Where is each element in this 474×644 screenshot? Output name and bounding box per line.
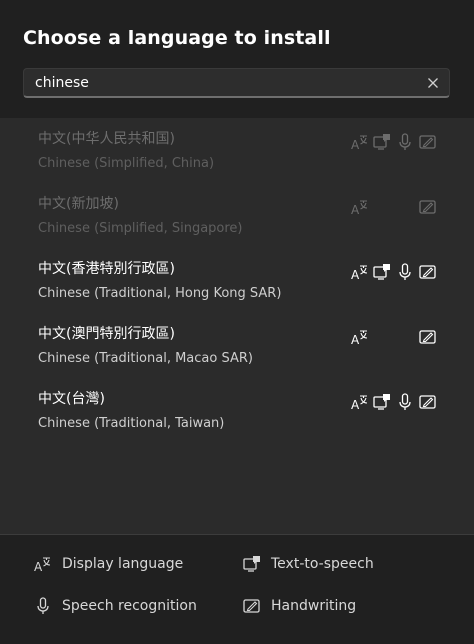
legend-label: Handwriting: [271, 598, 357, 614]
language-english-name: Chinese (Traditional, Macao SAR): [38, 351, 253, 366]
language-english-name: Chinese (Traditional, Taiwan): [38, 416, 225, 431]
language-english-name: Chinese (Simplified, Singapore): [38, 221, 243, 236]
handwriting-icon: [418, 262, 438, 282]
language-item[interactable]: 中文(澳門特別行政區) Chinese (Traditional, Macao …: [0, 313, 474, 378]
legend-handwriting: Handwriting: [242, 594, 356, 618]
handwriting-icon: [418, 132, 438, 152]
language-item[interactable]: 中文(台灣) Chinese (Traditional, Taiwan) A: [0, 378, 474, 443]
dialog-header: Choose a language to install: [0, 0, 474, 118]
legend-label: Text-to-speech: [271, 556, 374, 572]
language-item: 中文(中华人民共和国) Chinese (Simplified, China) …: [0, 118, 474, 183]
handwriting-icon: [418, 392, 438, 412]
svg-text:A: A: [34, 560, 43, 574]
legend-speech-recognition: Speech recognition: [33, 594, 197, 618]
handwriting-icon: [418, 197, 438, 217]
dialog-title: Choose a language to install: [23, 27, 331, 49]
clear-search-button[interactable]: [423, 73, 443, 93]
speech-recognition-icon: [395, 132, 415, 152]
display-language-icon: A: [34, 557, 51, 574]
language-item[interactable]: 中文(香港特別行政區) Chinese (Traditional, Hong K…: [0, 248, 474, 313]
speech-recognition-icon: [395, 262, 415, 282]
text-to-speech-icon: [372, 262, 392, 282]
legend-display-language: A Display language: [33, 552, 183, 576]
text-to-speech-icon: [372, 392, 392, 412]
display-language-icon: A: [350, 392, 370, 412]
display-language-icon: A: [350, 132, 370, 152]
language-item: 中文(新加坡) Chinese (Simplified, Singapore) …: [0, 183, 474, 248]
language-native-name: 中文(香港特別行政區): [38, 261, 175, 277]
search-input[interactable]: [24, 69, 414, 96]
legend-label: Speech recognition: [62, 598, 197, 614]
language-english-name: Chinese (Traditional, Hong Kong SAR): [38, 286, 282, 301]
handwriting-icon: [418, 327, 438, 347]
language-native-name: 中文(新加坡): [38, 196, 119, 212]
search-box[interactable]: [23, 68, 450, 98]
language-list[interactable]: 中文(中华人民共和国) Chinese (Simplified, China) …: [0, 118, 474, 534]
legend-label: Display language: [62, 556, 184, 572]
speech-recognition-icon: [37, 597, 49, 614]
display-language-icon: A: [350, 197, 370, 217]
text-to-speech-icon: [243, 556, 260, 572]
svg-text:A: A: [351, 138, 360, 152]
text-to-speech-icon: [372, 132, 392, 152]
close-icon: [428, 78, 438, 88]
speech-recognition-icon: [395, 392, 415, 412]
display-language-icon: A: [350, 327, 370, 347]
feature-legend: A Display language Text-to-speech Speech…: [0, 535, 474, 644]
legend-text-to-speech: Text-to-speech: [242, 552, 374, 576]
language-english-name: Chinese (Simplified, China): [38, 156, 215, 171]
svg-text:A: A: [351, 333, 360, 347]
svg-text:A: A: [351, 203, 360, 217]
display-language-icon: A: [350, 262, 370, 282]
language-install-dialog: Choose a language to install 中文(中华人民共和国)…: [0, 0, 474, 644]
handwriting-icon: [243, 599, 260, 613]
svg-text:A: A: [351, 398, 360, 412]
svg-text:A: A: [351, 268, 360, 282]
language-native-name: 中文(台灣): [38, 391, 105, 407]
language-native-name: 中文(澳門特別行政區): [38, 326, 175, 342]
language-native-name: 中文(中华人民共和国): [38, 131, 175, 147]
